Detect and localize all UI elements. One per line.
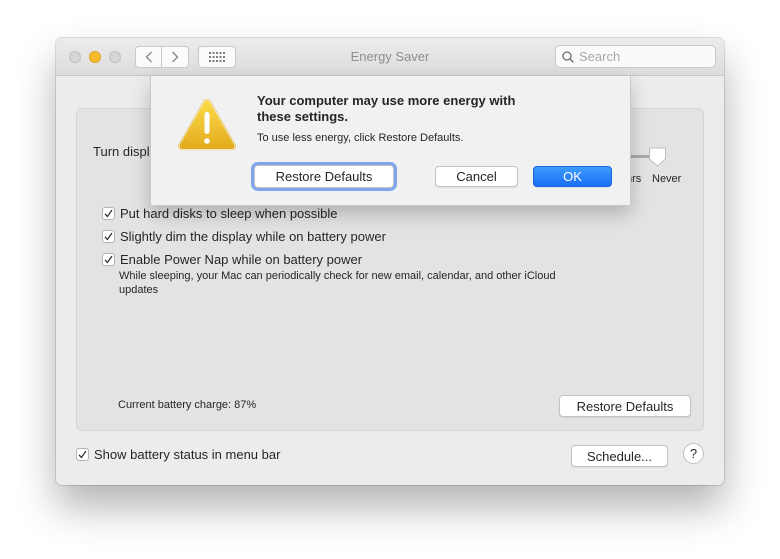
power-nap-checkbox[interactable] [102,253,115,266]
checkmark-icon [104,209,113,218]
title-bar: Energy Saver [56,38,724,76]
show-battery-status-option[interactable]: Show battery status in menu bar [76,447,280,462]
schedule-button[interactable]: Schedule... [571,445,668,467]
alert-message: To use less energy, click Restore Defaul… [257,132,464,144]
search-input[interactable] [579,49,709,64]
checkmark-icon [104,232,113,241]
dim-display-label: Slightly dim the display while on batter… [120,229,386,244]
hard-disk-sleep-checkbox[interactable] [102,207,115,220]
power-nap-description: While sleeping, your Mac can periodicall… [119,270,556,296]
checkmark-icon [104,255,113,264]
search-field[interactable] [555,45,716,68]
turn-display-off-label: Turn displ [93,144,150,159]
alert-cancel-button[interactable]: Cancel [435,166,518,187]
power-nap-label: Enable Power Nap while on battery power [120,252,363,267]
show-battery-status-checkbox[interactable] [76,448,89,461]
alert-title: Your computer may use more energy with t… [257,93,516,124]
energy-warning-alert: Your computer may use more energy with t… [150,76,631,206]
display-sleep-slider-knob[interactable] [649,147,666,167]
hard-disk-sleep-label: Put hard disks to sleep when possible [120,206,338,221]
restore-defaults-button[interactable]: Restore Defaults [559,395,691,417]
alert-restore-defaults-button[interactable]: Restore Defaults [254,165,394,188]
checkmark-icon [78,450,87,459]
show-battery-status-label: Show battery status in menu bar [94,447,281,462]
alert-ok-button[interactable]: OK [533,166,612,187]
hard-disk-sleep-option[interactable]: Put hard disks to sleep when possible [102,206,338,221]
warning-icon [177,97,237,151]
dim-display-option[interactable]: Slightly dim the display while on batter… [102,229,386,244]
power-nap-option[interactable]: Enable Power Nap while on battery power [102,252,362,267]
dim-display-checkbox[interactable] [102,230,115,243]
help-button[interactable]: ? [683,443,704,464]
slider-tick-label-never: Never [652,173,682,185]
search-icon [562,50,574,63]
battery-charge-status: Current battery charge: 87% [118,399,257,411]
